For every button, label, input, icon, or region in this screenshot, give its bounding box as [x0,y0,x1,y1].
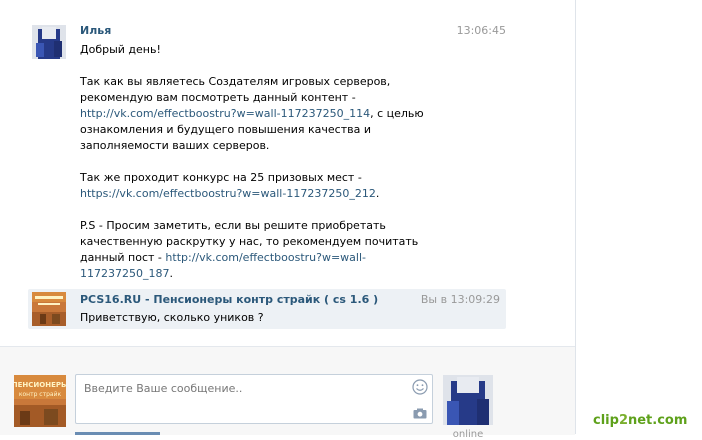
message-paragraph: Так же проходит конкурс на 25 призовых м… [80,170,450,202]
message-paragraph: Приветствую, сколько уников ? [80,310,450,326]
message-paragraph: Добрый день! [80,42,450,58]
message-paragraph: P.S - Просим заметить, если вы решите пр… [80,218,450,282]
message-text: Так как вы являетесь Создателям игровых … [80,75,391,104]
watermark-part: 2 [618,413,628,428]
message-text: Так же проходит конкурс на 25 призовых м… [80,171,362,184]
message-body: Добрый день! Так как вы являетесь Создате… [80,42,450,314]
message-time: 13:06:45 [456,24,506,37]
message-text: Добрый день! [80,43,161,56]
watermark-logo: clip2net.com [593,413,687,428]
message-input[interactable] [82,381,406,396]
smile-icon[interactable] [412,379,428,395]
message-time: Вы в 13:09:29 [420,293,500,306]
message-item: Илья 13:06:45 Добрый день! Так как вы явл… [28,22,506,312]
chat-pane: Илья 13:06:45 Добрый день! Так как вы явл… [0,0,576,440]
online-status: online [452,429,484,440]
group-avatar[interactable] [32,292,66,326]
message-list: Илья 13:06:45 Добрый день! Так как вы явл… [0,0,575,345]
recipient-avatar[interactable] [443,375,493,425]
message-paragraph: Так как вы являетесь Создателям игровых … [80,74,450,154]
message-author[interactable]: Илья [80,24,111,37]
camera-icon[interactable] [413,408,427,419]
avatar[interactable] [32,25,66,59]
message-author[interactable]: PCS16.RU - Пенсионеры контр страйк ( cs … [80,293,378,306]
avatar-logo-line1: ПЕНСИОНЕРЫ [14,381,66,389]
own-group-avatar[interactable]: ПЕНСИОНЕРЫ контр страйк [14,375,66,427]
avatar-logo-line2: контр страйк [19,391,62,398]
message-text: . [375,187,380,200]
message-text: . [169,267,173,280]
message-body: Приветствую, сколько уников ? [80,310,450,326]
message-item-unread: PCS16.RU - Пенсионеры контр страйк ( cs … [28,289,506,329]
message-input-box[interactable] [75,374,433,424]
message-link[interactable]: http://vk.com/effectboostru?w=wall-11723… [80,107,370,120]
message-link[interactable]: https://vk.com/effectboostru?w=wall-1172… [80,187,376,200]
watermark-part: net.com [627,413,688,428]
message-text: Приветствую, сколько уников ? [80,311,264,324]
reply-area: ПЕНСИОНЕРЫ контр страйк Введите Ваше соо… [0,346,575,440]
watermark-part: clip [593,413,619,428]
